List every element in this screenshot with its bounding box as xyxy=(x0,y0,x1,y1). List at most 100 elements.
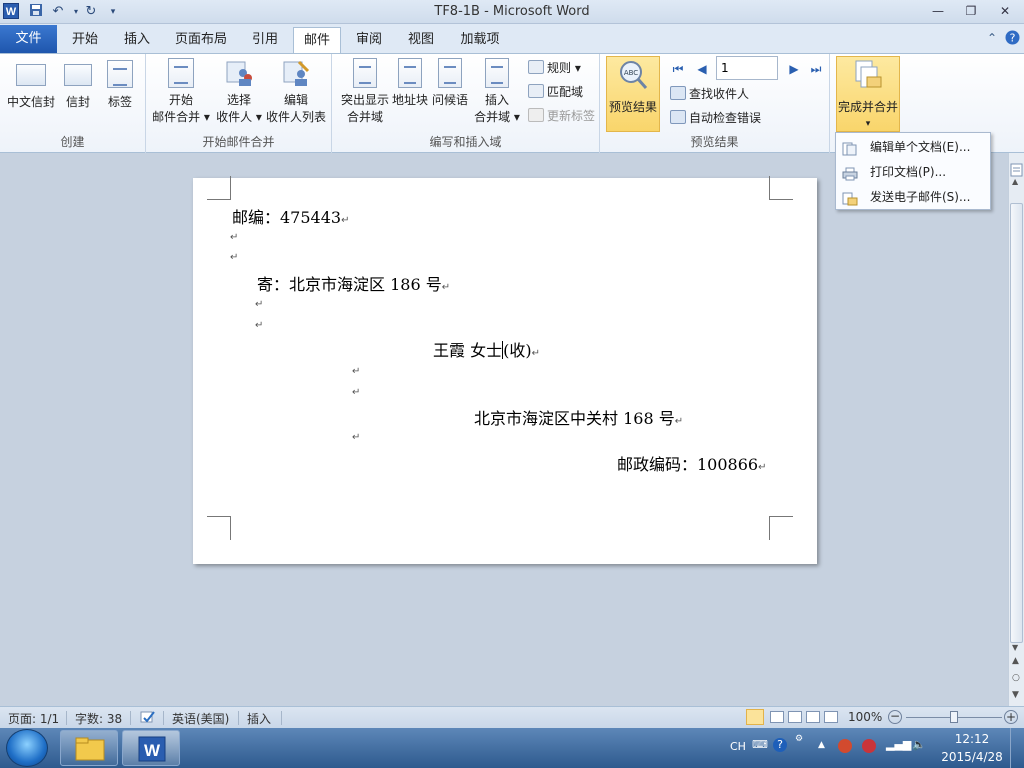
greeting-line-icon xyxy=(438,58,462,88)
preview-results-button[interactable]: ABC 预览结果 xyxy=(606,56,660,132)
next-page-icon[interactable]: ▼ xyxy=(1012,690,1019,700)
auto-check-errors-icon xyxy=(670,110,686,124)
first-record-icon[interactable]: ⏮ xyxy=(670,61,686,77)
insert-merge-field-button[interactable]: 插入 合并域 ▾ xyxy=(472,58,522,126)
security-tray-icon[interactable] xyxy=(838,739,852,753)
restore-button[interactable]: ❐ xyxy=(958,2,984,20)
update-labels-button[interactable]: 更新标签 xyxy=(528,106,595,126)
outline-view-icon[interactable] xyxy=(806,711,820,723)
recipient-address-line[interactable]: 北京市海淀区中关村 168 号↵ xyxy=(474,405,683,429)
insert-mode[interactable]: 插入 xyxy=(247,710,271,727)
record-number-input[interactable] xyxy=(716,56,778,80)
minimize-button[interactable]: — xyxy=(925,2,951,20)
address-block-button[interactable]: 地址块 xyxy=(390,58,430,109)
document-page[interactable]: 邮编：475443↵ ↵ ↵ 寄：北京市海淀区 186 号↵ ↵ ↵ 王霞 女士… xyxy=(193,176,817,564)
show-desktop-button[interactable] xyxy=(1010,728,1024,768)
print-layout-view-icon[interactable] xyxy=(746,709,764,725)
menu-edit-individual-documents[interactable]: 编辑单个文档(E)... xyxy=(836,135,990,159)
rules-button[interactable]: 规则 ▾ xyxy=(528,58,581,78)
antivirus-tray-icon[interactable] xyxy=(862,739,876,753)
svg-text:ABC: ABC xyxy=(624,69,638,77)
recipient-name-line[interactable]: 王霞 女士(收)↵ xyxy=(433,337,540,361)
scroll-thumb[interactable] xyxy=(1010,203,1023,643)
tab-mailings[interactable]: 邮件 xyxy=(293,27,341,54)
start-mail-merge-button[interactable]: 开始 邮件合并 ▾ xyxy=(150,58,212,126)
title-bar: W ↶ ▾ ↻ ▾ TF8-1B - Microsoft Word — ❐ ✕ xyxy=(0,0,1024,24)
find-recipient-button[interactable]: 查找收件人 xyxy=(670,84,749,104)
zoom-level[interactable]: 100% xyxy=(848,710,882,724)
vertical-scrollbar[interactable]: ▲ ▼ ▲ ○ ▼ xyxy=(1008,153,1024,706)
scroll-down-icon[interactable]: ▼ xyxy=(1012,643,1018,652)
word-count[interactable]: 字数: 38 xyxy=(75,710,122,727)
menu-print-documents[interactable]: 打印文档(P)... xyxy=(836,160,990,184)
input-language[interactable]: CH xyxy=(730,740,746,753)
labels-icon xyxy=(107,60,133,88)
keyboard-icon[interactable]: ⌨ xyxy=(752,738,768,751)
help-tray-icon[interactable]: ? xyxy=(773,738,787,752)
language[interactable]: 英语(美国) xyxy=(172,710,229,727)
group-create: 中文信封 信封 标签 创建 xyxy=(0,54,146,153)
highlight-fields-icon xyxy=(353,58,377,88)
word-icon: W xyxy=(138,736,166,762)
ime-options-icon[interactable]: ⚙ xyxy=(795,734,803,744)
window-title: TF8-1B - Microsoft Word xyxy=(434,4,590,19)
draft-view-icon[interactable] xyxy=(824,711,838,723)
recipient-postcode-line[interactable]: 邮政编码：100866↵ xyxy=(617,451,766,475)
close-button[interactable]: ✕ xyxy=(992,2,1018,20)
show-hidden-icons[interactable]: ▲ xyxy=(818,740,825,750)
previous-page-icon[interactable]: ▲ xyxy=(1012,656,1019,666)
page-count[interactable]: 页面: 1/1 xyxy=(8,710,59,727)
next-record-icon[interactable]: ▶ xyxy=(786,61,802,77)
crop-mark-bottom-right xyxy=(769,516,793,540)
greeting-line-button[interactable]: 问候语 xyxy=(430,58,470,109)
envelope-button[interactable]: 信封 xyxy=(60,58,96,111)
zoom-out-icon[interactable]: − xyxy=(888,710,902,724)
previous-record-icon[interactable]: ◀ xyxy=(694,61,710,77)
svg-text:?: ? xyxy=(1009,32,1015,45)
word-taskbar-item[interactable]: W xyxy=(122,730,180,766)
menu-send-email[interactable]: 发送电子邮件(S)... xyxy=(836,185,990,209)
web-layout-view-icon[interactable] xyxy=(788,711,802,723)
scroll-up-icon[interactable]: ▲ xyxy=(1012,177,1018,186)
paragraph-mark: ↵ xyxy=(352,432,361,443)
select-recipients-button[interactable]: 选择 收件人 ▾ xyxy=(212,58,266,126)
tab-view[interactable]: 视图 xyxy=(398,27,444,53)
full-screen-reading-view-icon[interactable] xyxy=(770,711,784,723)
tab-references[interactable]: 引用 xyxy=(242,27,288,53)
match-fields-button[interactable]: 匹配域 xyxy=(528,82,583,102)
tab-file[interactable]: 文件 xyxy=(0,25,57,53)
group-start-merge: 开始 邮件合并 ▾ 选择 收件人 ▾ 编辑 收件人列表 开始邮件合并 xyxy=(146,54,332,153)
insert-merge-field-icon xyxy=(485,58,509,88)
tab-addins[interactable]: 加载项 xyxy=(452,27,508,53)
tab-home[interactable]: 开始 xyxy=(62,27,108,53)
match-fields-icon xyxy=(528,84,544,98)
network-icon[interactable]: ▂▄▆ xyxy=(886,738,911,751)
tab-page-layout[interactable]: 页面布局 xyxy=(168,27,234,53)
clock-date[interactable]: 2015/4/28 xyxy=(940,750,1004,764)
help-icon[interactable]: ? xyxy=(1004,30,1020,46)
highlight-merge-fields-button[interactable]: 突出显示 合并域 xyxy=(336,58,394,126)
start-button[interactable] xyxy=(6,729,48,767)
finish-merge-button[interactable]: 完成并合并 ▾ xyxy=(836,56,900,132)
zoom-in-icon[interactable]: + xyxy=(1004,710,1018,724)
zoom-slider-thumb[interactable] xyxy=(950,711,958,723)
labels-button[interactable]: 标签 xyxy=(102,58,138,111)
volume-icon[interactable]: 🔈 xyxy=(912,738,926,751)
clock-time[interactable]: 12:12 xyxy=(944,732,1000,746)
paragraph-mark: ↵ xyxy=(255,320,264,331)
proofing-icon[interactable] xyxy=(140,710,156,727)
tab-review[interactable]: 审阅 xyxy=(346,27,392,53)
last-record-icon[interactable]: ⏭ xyxy=(808,61,824,77)
crop-mark-top-left xyxy=(207,176,231,200)
tab-insert[interactable]: 插入 xyxy=(114,27,160,53)
browse-object-icon[interactable]: ○ xyxy=(1012,673,1020,683)
paragraph-mark: ↵ xyxy=(352,366,361,377)
sender-address-line[interactable]: 寄：北京市海淀区 186 号↵ xyxy=(257,271,450,295)
ribbon-minimize-icon[interactable]: ⌃ xyxy=(984,30,1000,46)
status-bar: 页面: 1/1 字数: 38 英语(美国) 插入 100% − + xyxy=(0,706,1024,728)
explorer-taskbar-item[interactable] xyxy=(60,730,118,766)
auto-check-errors-button[interactable]: 自动检查错误 xyxy=(670,108,761,128)
edit-recipient-list-button[interactable]: 编辑 收件人列表 xyxy=(264,58,328,126)
chinese-envelope-button[interactable]: 中文信封 xyxy=(4,58,58,111)
postcode-line[interactable]: 邮编：475443↵ xyxy=(232,204,349,228)
